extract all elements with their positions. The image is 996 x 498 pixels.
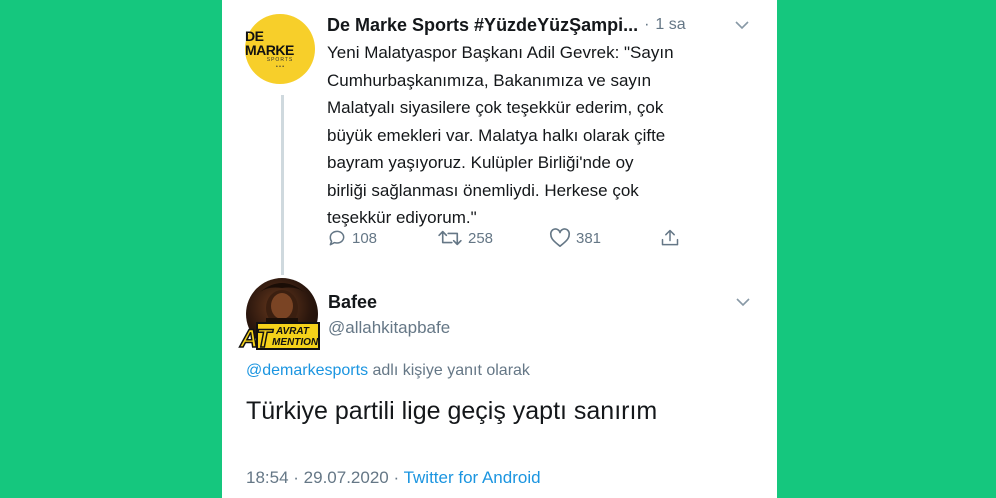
retweet-icon bbox=[438, 230, 462, 246]
retweet-count: 258 bbox=[468, 229, 494, 247]
reply-count: 108 bbox=[352, 229, 378, 247]
share-button[interactable] bbox=[660, 228, 685, 248]
retweet-button[interactable]: 258 bbox=[437, 228, 493, 248]
chevron-down-icon[interactable] bbox=[735, 20, 749, 30]
tweet2-handle[interactable]: @allahkitapbafe bbox=[328, 318, 450, 338]
demarke-avatar[interactable]: DE MARKE SPORTS • • • bbox=[245, 14, 315, 84]
badge-line2-text: MENTION bbox=[272, 337, 319, 348]
tweet1-separator: · bbox=[644, 16, 650, 33]
meta-separator: · bbox=[288, 468, 304, 487]
avatar-logo-subtext: SPORTS bbox=[266, 56, 294, 63]
meta-separator: · bbox=[388, 468, 404, 487]
badge-line1-text: AVRAT bbox=[275, 326, 310, 337]
tweet2-text: Türkiye partili lige geçiş yaptı sanırım bbox=[246, 397, 658, 425]
tweet2-time[interactable]: 18:54 bbox=[246, 468, 289, 487]
like-button[interactable]: 381 bbox=[549, 228, 601, 248]
reply-button[interactable]: 108 bbox=[327, 228, 377, 248]
replying-to-line: @demarkesports adlı kişiye yanıt olarak bbox=[246, 362, 530, 380]
tweet1-timestamp[interactable]: 1 sa bbox=[655, 16, 685, 34]
tweet1-text: Yeni Malatyaspor Başkanı Adil Gevrek: "S… bbox=[327, 43, 674, 227]
thread-connector-line bbox=[281, 95, 284, 275]
avatar-logo-dots: • • • bbox=[275, 63, 285, 70]
at-avrat-mention-badge: AT AVRAT MENTION bbox=[238, 322, 320, 354]
like-count: 381 bbox=[576, 229, 602, 247]
reply-mention-link[interactable]: @demarkesports bbox=[246, 362, 368, 379]
avatar-logo-text: DE MARKE bbox=[245, 27, 294, 58]
tweet2-date[interactable]: 29.07.2020 bbox=[304, 468, 389, 487]
tweet2-meta: 18:54 · 29.07.2020 · Twitter for Android bbox=[246, 468, 541, 488]
badge-big-text: AT bbox=[239, 325, 274, 353]
tweet1-display-name[interactable]: De Marke Sports #YüzdeYüzŞampi... bbox=[327, 15, 638, 36]
tweet2-source-link[interactable]: Twitter for Android bbox=[404, 468, 541, 487]
share-icon bbox=[661, 229, 679, 246]
reply-suffix-text: adlı kişiye yanıt olarak bbox=[368, 362, 530, 379]
tweet1-header: De Marke Sports #YüzdeYüzŞampi... · 1 sa bbox=[327, 13, 757, 37]
chevron-down-icon[interactable] bbox=[736, 297, 750, 307]
tweet1-actions: 108 258 381 bbox=[327, 228, 757, 254]
reply-icon bbox=[329, 230, 345, 246]
tweet2-display-name[interactable]: Bafee bbox=[328, 292, 377, 313]
like-icon bbox=[549, 228, 571, 247]
tweet-card: DE MARKE SPORTS • • • De Marke Sports #Y… bbox=[222, 0, 777, 498]
